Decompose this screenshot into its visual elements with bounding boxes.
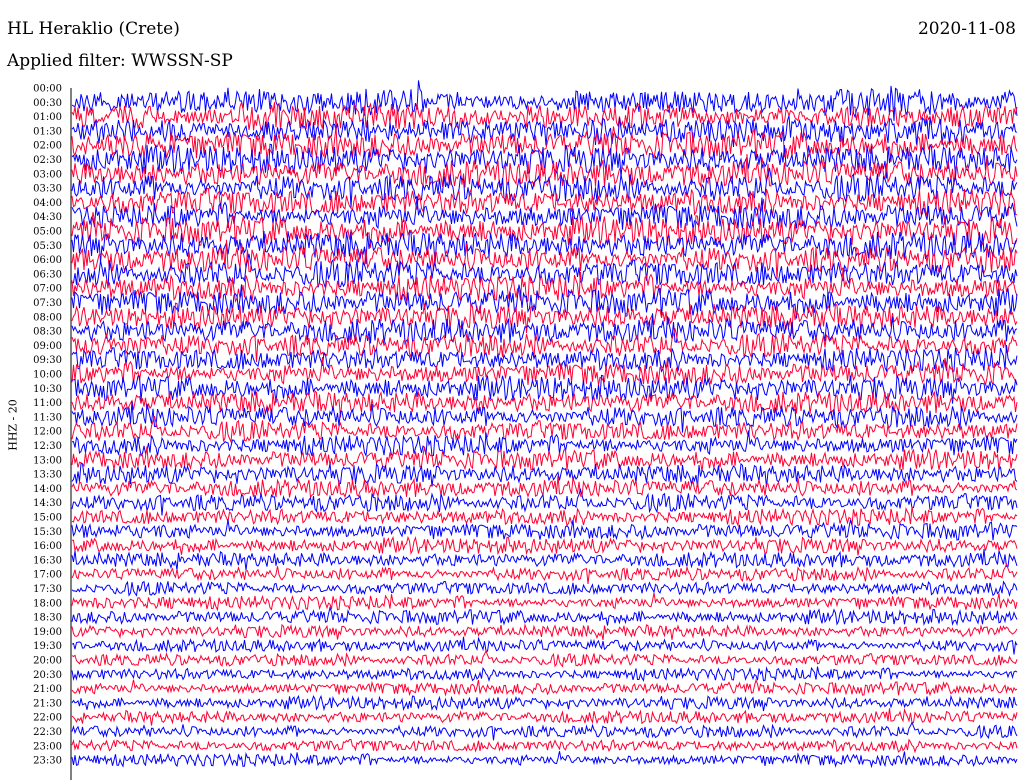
y-tick-label: 20:00 xyxy=(33,656,62,667)
trace-line xyxy=(71,487,1018,516)
trace-line xyxy=(71,253,1018,289)
trace-line xyxy=(71,548,1018,571)
y-tick-label: 18:00 xyxy=(33,598,62,609)
y-tick-label: 17:30 xyxy=(33,584,62,595)
y-tick-label: 03:00 xyxy=(33,169,62,180)
trace-group xyxy=(71,80,1018,769)
trace-line xyxy=(71,707,1018,726)
y-tick-label: 16:00 xyxy=(33,541,62,552)
y-tick-label: 09:30 xyxy=(33,355,62,366)
y-tick-label: 11:30 xyxy=(33,412,62,423)
trace-line xyxy=(71,751,1018,769)
y-tick-label: 09:00 xyxy=(33,341,62,352)
y-tick-label: 23:00 xyxy=(33,741,62,752)
y-tick-label: 02:00 xyxy=(33,141,62,152)
y-tick-label: 19:30 xyxy=(33,641,62,652)
y-tick-label: 00:00 xyxy=(33,84,62,95)
trace-line xyxy=(71,415,1018,444)
trace-line xyxy=(71,678,1018,697)
trace-line xyxy=(71,694,1018,712)
trace-line xyxy=(71,721,1018,741)
y-tick-label: 01:00 xyxy=(33,112,62,123)
y-tick-label: 04:30 xyxy=(33,212,62,223)
y-tick-label: 20:30 xyxy=(33,670,62,681)
y-tick-label: 23:30 xyxy=(33,756,62,767)
trace-line xyxy=(71,580,1018,598)
y-tick-label: 17:00 xyxy=(33,570,62,581)
trace-line xyxy=(71,636,1018,655)
y-tick-label: 21:30 xyxy=(33,698,62,709)
trace-line xyxy=(71,738,1018,754)
y-tick-label: 16:30 xyxy=(33,555,62,566)
y-tick-label: 08:30 xyxy=(33,327,62,338)
y-tick-label: 22:00 xyxy=(33,713,62,724)
trace-line xyxy=(72,535,1018,556)
trace-line xyxy=(71,605,1018,627)
y-tick-label: 05:30 xyxy=(33,241,62,252)
y-tick-label: 14:00 xyxy=(33,484,62,495)
y-tick-group: 00:00 00:30 01:00 01:30 02:00 02:30 03:00 03:30… xyxy=(33,84,62,767)
trace-line xyxy=(71,506,1018,528)
y-tick-label: 12:00 xyxy=(33,427,62,438)
y-tick-label: 11:00 xyxy=(33,398,62,409)
y-tick-label: 15:30 xyxy=(33,527,62,538)
y-tick-label: 07:00 xyxy=(33,284,62,295)
y-tick-label: 01:30 xyxy=(33,126,62,137)
y-tick-label: 04:00 xyxy=(33,198,62,209)
trace-line xyxy=(71,649,1018,668)
y-tick-label: 00:30 xyxy=(33,98,62,109)
trace-line xyxy=(71,562,1018,585)
y-tick-label: 13:00 xyxy=(33,455,62,466)
y-tick-label: 14:30 xyxy=(33,498,62,509)
y-tick-label: 15:00 xyxy=(33,513,62,524)
y-tick-label: 03:30 xyxy=(33,184,62,195)
trace-line xyxy=(71,301,1018,334)
y-tick-label: 06:00 xyxy=(33,255,62,266)
y-tick-label: 10:30 xyxy=(33,384,62,395)
y-tick-label: 21:00 xyxy=(33,684,62,695)
y-tick-label: 02:30 xyxy=(33,155,62,166)
y-tick-label: 12:30 xyxy=(33,441,62,452)
helicorder-plot: 00:00 00:30 01:00 01:30 02:00 02:30 03:00 03:30… xyxy=(33,80,1018,780)
trace-line xyxy=(71,666,1018,683)
y-tick-label: 05:00 xyxy=(33,227,62,238)
y-tick-label: 06:30 xyxy=(33,269,62,280)
y-tick-label: 19:00 xyxy=(33,627,62,638)
trace-line xyxy=(71,592,1018,612)
y-tick-label: 22:30 xyxy=(33,727,62,738)
y-tick-label: 18:30 xyxy=(33,613,62,624)
trace-line xyxy=(71,623,1018,640)
y-tick-label: 13:30 xyxy=(33,470,62,481)
y-tick-label: 07:30 xyxy=(33,298,62,309)
trace-line xyxy=(71,357,1018,387)
y-tick-label: 10:00 xyxy=(33,370,62,381)
y-tick-label: 08:00 xyxy=(33,312,62,323)
